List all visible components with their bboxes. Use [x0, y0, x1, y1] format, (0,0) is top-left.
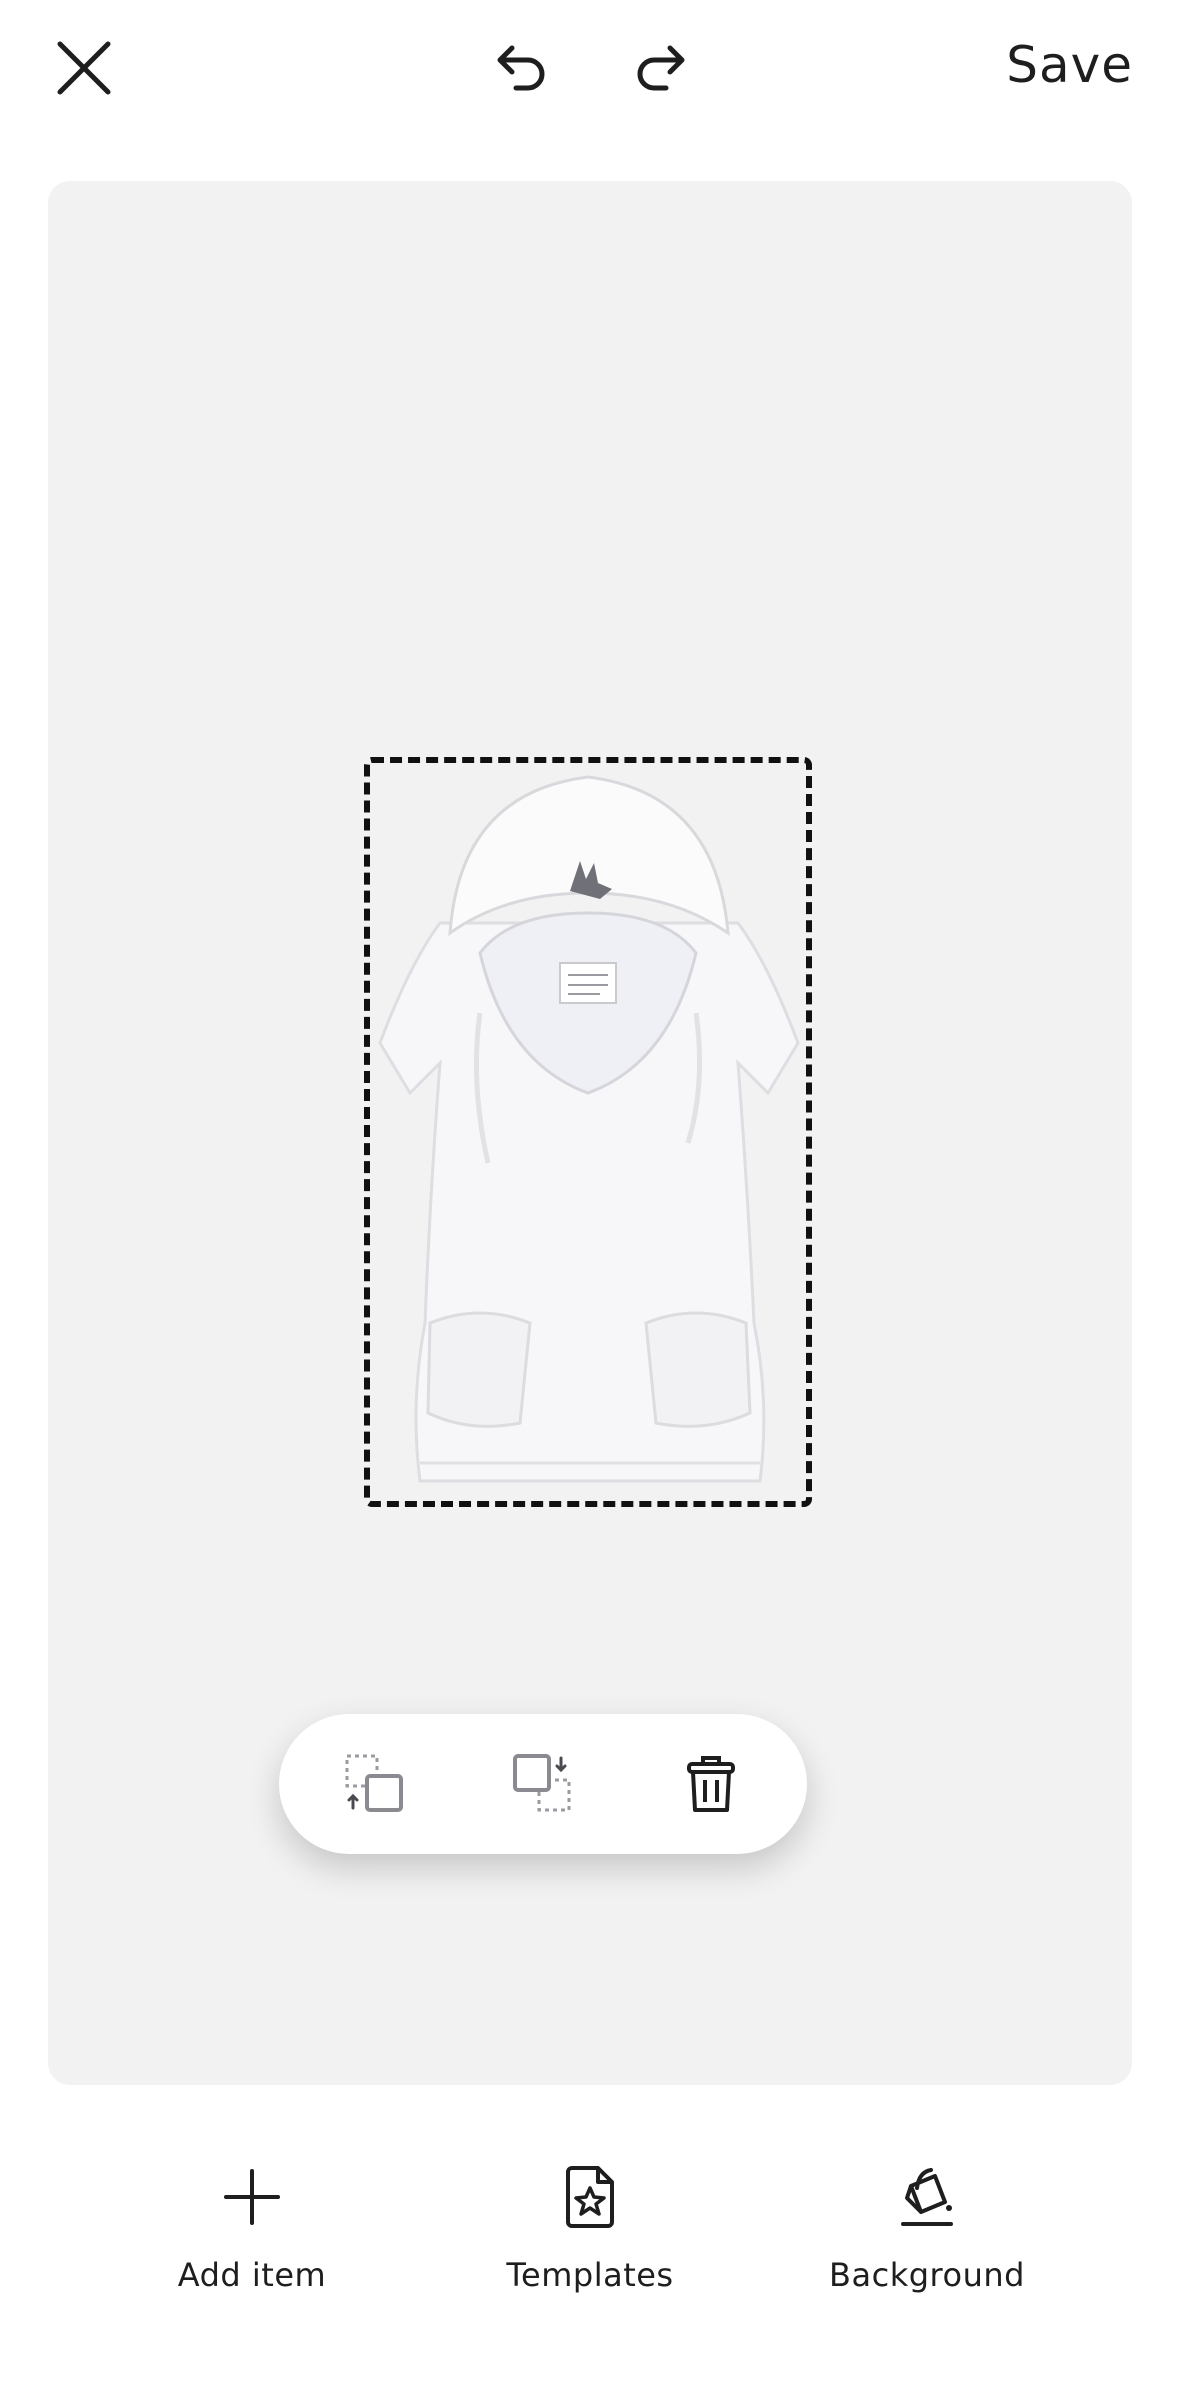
background-button[interactable]: Background — [797, 2162, 1057, 2294]
add-item-label: Add item — [177, 2256, 327, 2294]
item-actions-toolbar — [279, 1714, 807, 1854]
collage-canvas[interactable] — [48, 181, 1132, 2085]
bring-forward-icon — [513, 1754, 571, 1812]
template-star-icon — [566, 2166, 614, 2228]
undo-icon — [497, 45, 545, 91]
top-bar: Save — [0, 0, 1179, 140]
background-label: Background — [829, 2256, 1025, 2294]
plus-icon — [224, 2169, 280, 2225]
hoodie-dress-image[interactable] — [370, 763, 806, 1501]
undo-button[interactable] — [478, 28, 562, 112]
close-icon — [57, 41, 111, 95]
bring-forward-button[interactable] — [507, 1748, 579, 1820]
redo-icon — [637, 45, 685, 91]
templates-button[interactable]: Templates — [460, 2162, 720, 2294]
send-backward-icon — [345, 1754, 403, 1812]
redo-button[interactable] — [620, 28, 704, 112]
selected-item-frame[interactable] — [364, 757, 812, 1507]
close-button[interactable] — [42, 26, 126, 110]
add-item-button[interactable]: Add item — [122, 2162, 382, 2294]
templates-label: Templates — [506, 2256, 674, 2294]
send-backward-button[interactable] — [339, 1748, 411, 1820]
delete-button[interactable] — [675, 1748, 747, 1820]
bottom-toolbar: Add item Templates Background — [0, 2130, 1179, 2330]
save-button[interactable]: Save — [1006, 36, 1133, 94]
paint-bucket-icon — [901, 2168, 953, 2226]
trash-icon — [687, 1756, 735, 1812]
